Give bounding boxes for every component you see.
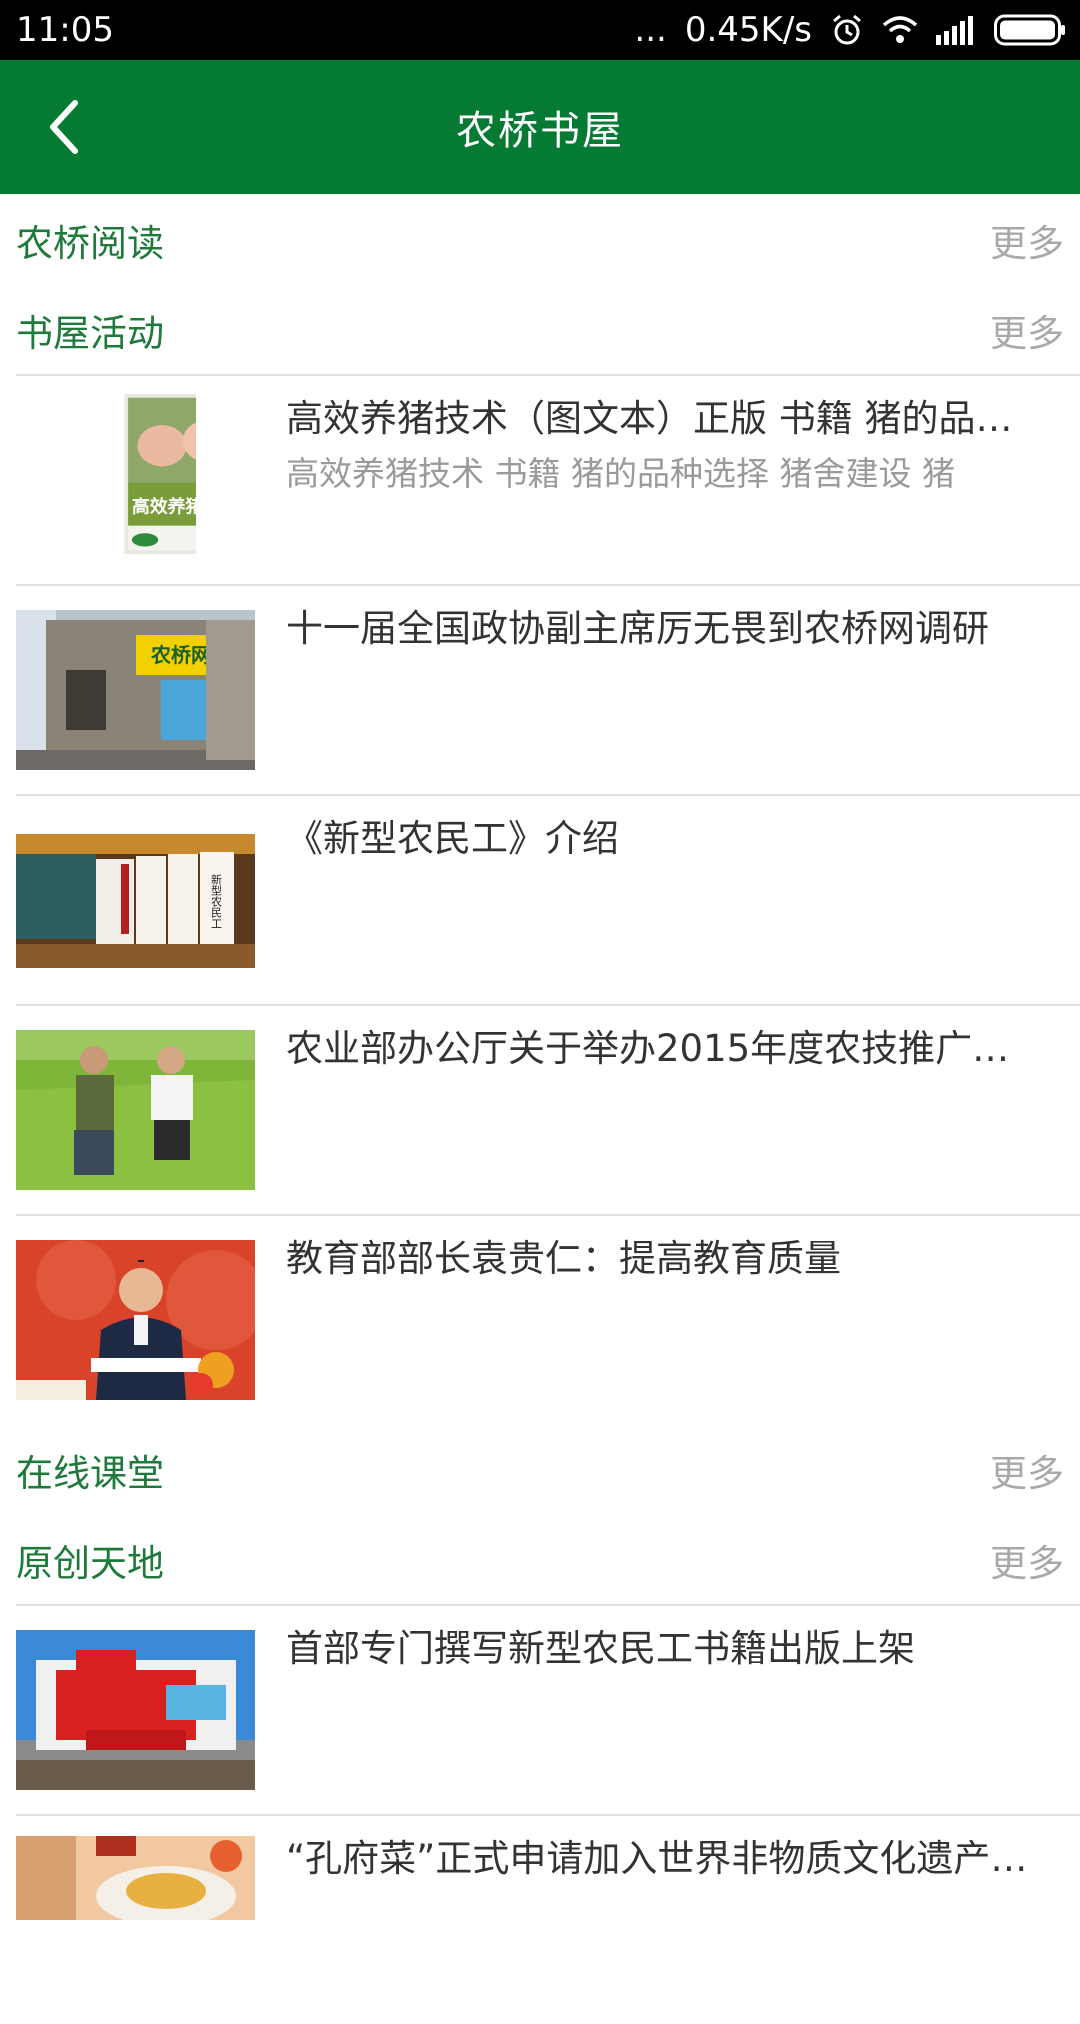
section-activities: 书屋活动 更多 — [16, 290, 1064, 370]
more-link[interactable]: 更多 — [990, 213, 1064, 267]
app-bar: 农桥书屋 — [0, 60, 1080, 194]
book-cover-title: 高效养猪技术 — [132, 496, 196, 518]
list-item[interactable]: “孔府菜”正式申请加入世界非物质文化遗产名录 — [16, 1816, 1080, 2024]
item-title: 首部专门撰写新型农民工书籍出版上架 — [286, 1627, 915, 1670]
item-title: 教育部部长袁贵仁：提高教育质量 — [286, 1237, 841, 1280]
section-title: 在线课堂 — [16, 1452, 164, 1495]
item-title: “孔府菜”正式申请加入世界非物质文化遗产名录 — [286, 1837, 1046, 1880]
status-icons: ... 0.45K/s — [634, 10, 1066, 50]
building-photo-thumbnail: 农桥网 — [16, 610, 255, 770]
chevron-left-icon — [50, 100, 78, 154]
list-item[interactable]: 教育部部长袁贵仁：提高教育质量 — [16, 1216, 1080, 1424]
status-bar: 11:05 ... 0.45K/s — [0, 0, 1080, 60]
signal-icon — [936, 15, 976, 45]
more-link[interactable]: 更多 — [990, 303, 1064, 357]
section-title: 原创天地 — [16, 1542, 164, 1585]
section-online-class: 在线课堂 更多 — [16, 1430, 1064, 1510]
item-description: 高效养猪技术 书籍 猪的品种选择 猪舍建设 猪 — [286, 454, 955, 493]
book-spine-title: 新型农民工 — [210, 873, 223, 929]
list-item[interactable]: 农桥网 十一届全国政协副主席厉无畏到农桥网调研 — [16, 586, 1080, 794]
exhibition-photo-thumbnail — [16, 1630, 255, 1790]
status-time: 11:05 — [16, 10, 114, 50]
storefront-sign: 农桥网 — [150, 643, 211, 667]
dish-photo-thumbnail — [16, 1836, 255, 1920]
wifi-icon — [882, 15, 918, 45]
back-button[interactable] — [30, 90, 100, 164]
network-speed: 0.45K/s — [684, 10, 812, 50]
list-item[interactable]: 高效养猪技术 高效养猪技术（图文本）正版 书籍 猪的品种选择 高效养猪技术 书籍… — [16, 376, 1080, 584]
books-photo-thumbnail: 新型农民工 — [16, 834, 255, 968]
speaker-photo-thumbnail — [16, 1240, 255, 1400]
rice-field-photo-thumbnail — [16, 1030, 255, 1190]
item-title: 农业部办公厅关于举办2015年度农技推广骨干人才培训班的通知 — [286, 1027, 1046, 1070]
section-title: 书屋活动 — [16, 312, 164, 355]
section-original: 原创天地 更多 — [16, 1520, 1064, 1600]
section-title: 农桥阅读 — [16, 222, 164, 265]
list-item[interactable]: 首部专门撰写新型农民工书籍出版上架 — [16, 1606, 1080, 1814]
more-link[interactable]: 更多 — [990, 1443, 1064, 1497]
book-cover-thumbnail: 高效养猪技术 — [66, 394, 196, 564]
more-link[interactable]: 更多 — [990, 1533, 1064, 1587]
list-item[interactable]: 农业部办公厅关于举办2015年度农技推广骨干人才培训班的通知 — [16, 1006, 1080, 1214]
battery-icon — [994, 14, 1066, 46]
more-dots: ... — [634, 10, 667, 50]
section-reading: 农桥阅读 更多 — [16, 200, 1064, 280]
alarm-icon — [830, 13, 864, 47]
item-title: 《新型农民工》介绍 — [286, 817, 619, 860]
item-title: 高效养猪技术（图文本）正版 书籍 猪的品种选择 — [286, 397, 1046, 440]
page-title: 农桥书屋 — [456, 108, 624, 154]
item-title: 十一届全国政协副主席厉无畏到农桥网调研 — [286, 607, 989, 650]
list-item[interactable]: 新型农民工 《新型农民工》介绍 — [16, 796, 1080, 1004]
